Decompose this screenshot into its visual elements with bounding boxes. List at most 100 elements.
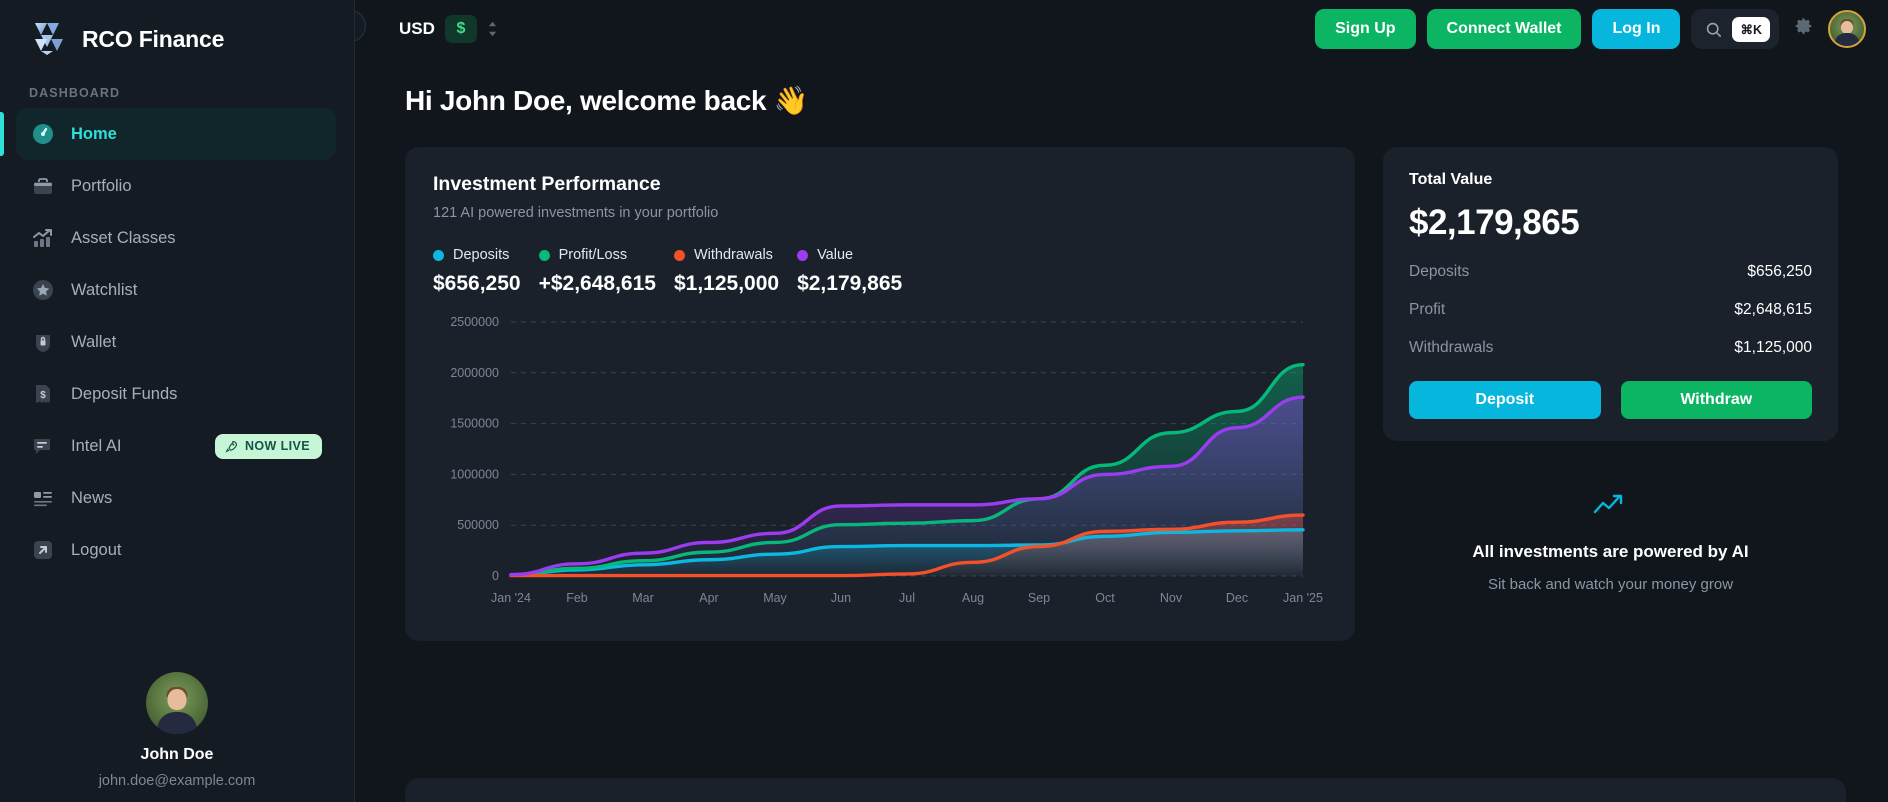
- sidebar-item-label: News: [71, 489, 112, 508]
- y-axis-tick-label: 2000000: [450, 366, 499, 380]
- sidebar-nav: Home Portfolio Asset Classes Watchlist: [0, 108, 354, 576]
- trend-up-icon: [1592, 506, 1630, 523]
- legend-label: Profit/Loss: [559, 247, 628, 263]
- row-label: Deposits: [1409, 263, 1469, 281]
- sidebar-item-deposit-funds[interactable]: $ Deposit Funds: [16, 368, 336, 420]
- row-value: $656,250: [1747, 263, 1812, 281]
- brand[interactable]: RCO Finance: [0, 0, 354, 58]
- log-in-button[interactable]: Log In: [1592, 9, 1680, 49]
- receipt-dollar-icon: $: [30, 381, 56, 407]
- sidebar-item-intel-ai[interactable]: Intel AI NOW LIVE: [16, 420, 336, 472]
- legend-dot-icon: [433, 250, 444, 261]
- sidebar-item-asset-classes[interactable]: Asset Classes: [16, 212, 336, 264]
- sidebar: RCO Finance DASHBOARD Home Portfolio: [0, 0, 355, 802]
- x-axis-tick-label: Jun: [831, 591, 851, 605]
- legend-value: $656,250: [433, 272, 521, 296]
- chevron-left-icon: [355, 20, 357, 33]
- star-icon: [30, 277, 56, 303]
- legend-item-withdrawals[interactable]: Withdrawals $1,125,000: [674, 247, 779, 296]
- topbar: USD $ Sign Up Connect Wallet Log In ⌘K: [355, 0, 1888, 58]
- legend-value: $1,125,000: [674, 272, 779, 296]
- profile-email: john.doe@example.com: [0, 773, 354, 789]
- performance-title: Investment Performance: [433, 173, 1327, 196]
- x-axis-tick-label: Mar: [632, 591, 654, 605]
- sign-up-button[interactable]: Sign Up: [1315, 9, 1415, 49]
- row-value: $2,648,615: [1734, 301, 1812, 319]
- sidebar-section-label: DASHBOARD: [29, 86, 354, 100]
- top-actions: Sign Up Connect Wallet Log In ⌘K: [1315, 9, 1866, 49]
- sidebar-collapse-button[interactable]: [355, 10, 366, 42]
- legend-value: +$2,648,615: [539, 272, 656, 296]
- sidebar-item-wallet[interactable]: Wallet: [16, 316, 336, 368]
- x-axis-tick-label: Apr: [699, 591, 718, 605]
- total-value-label: Total Value: [1409, 171, 1812, 189]
- next-card-peek: [405, 778, 1846, 802]
- x-axis-tick-label: May: [763, 591, 787, 605]
- chevron-updown-icon[interactable]: [487, 20, 498, 38]
- sidebar-item-logout[interactable]: Logout: [16, 524, 336, 576]
- sidebar-item-label: Watchlist: [71, 281, 137, 300]
- x-axis-tick-label: Oct: [1095, 591, 1115, 605]
- x-axis-tick-label: Aug: [962, 591, 984, 605]
- performance-subtitle: 121 AI powered investments in your portf…: [433, 205, 1327, 221]
- gear-icon[interactable]: [1793, 16, 1814, 43]
- sidebar-item-label: Wallet: [71, 333, 116, 352]
- total-value-row-withdrawals: Withdrawals $1,125,000: [1409, 339, 1812, 357]
- y-axis-tick-label: 1000000: [450, 467, 499, 481]
- row-label: Withdrawals: [1409, 339, 1493, 357]
- main-content: USD $ Sign Up Connect Wallet Log In ⌘K: [355, 0, 1888, 802]
- x-axis-tick-label: Nov: [1160, 591, 1183, 605]
- svg-text:$: $: [40, 390, 46, 401]
- x-axis-tick-label: Jan '25: [1283, 591, 1323, 605]
- legend-item-deposits[interactable]: Deposits $656,250: [433, 247, 521, 296]
- sidebar-item-watchlist[interactable]: Watchlist: [16, 264, 336, 316]
- briefcase-icon: [30, 173, 56, 199]
- investment-performance-card: Investment Performance 121 AI powered in…: [405, 147, 1355, 641]
- search-icon: [1704, 20, 1723, 39]
- avatar: [146, 672, 208, 734]
- profile-name: John Doe: [0, 746, 354, 764]
- deposit-button[interactable]: Deposit: [1409, 381, 1601, 419]
- legend-label: Deposits: [453, 247, 509, 263]
- connect-wallet-button[interactable]: Connect Wallet: [1427, 9, 1582, 49]
- row-label: Profit: [1409, 301, 1445, 319]
- brand-name: RCO Finance: [82, 26, 224, 53]
- performance-chart[interactable]: 05000001000000150000020000002500000Jan '…: [433, 314, 1327, 619]
- right-column: Total Value $2,179,865 Deposits $656,250…: [1383, 147, 1838, 593]
- sidebar-item-label: Deposit Funds: [71, 385, 177, 404]
- currency-symbol-chip: $: [445, 15, 477, 43]
- rco-logo-icon: [29, 19, 69, 59]
- app-root: RCO Finance DASHBOARD Home Portfolio: [0, 0, 1888, 802]
- search-shortcut-key: ⌘K: [1732, 17, 1770, 42]
- x-axis-tick-label: Sep: [1028, 591, 1050, 605]
- chart-legend: Deposits $656,250 Profit/Loss +$2,648,61…: [433, 247, 1327, 296]
- legend-dot-icon: [797, 250, 808, 261]
- currency-selector[interactable]: USD $: [399, 15, 498, 43]
- sidebar-item-label: Home: [71, 125, 117, 144]
- lock-shield-icon: [30, 329, 56, 355]
- legend-label: Value: [817, 247, 853, 263]
- sidebar-item-label: Portfolio: [71, 177, 132, 196]
- sidebar-item-label: Asset Classes: [71, 229, 176, 248]
- sidebar-item-label: Intel AI: [71, 437, 121, 456]
- legend-item-value[interactable]: Value $2,179,865: [797, 247, 902, 296]
- y-axis-tick-label: 1500000: [450, 417, 499, 431]
- x-axis-tick-label: Jan '24: [491, 591, 531, 605]
- sidebar-item-home[interactable]: Home: [16, 108, 336, 160]
- search-button[interactable]: ⌘K: [1691, 9, 1779, 49]
- sidebar-item-news[interactable]: News: [16, 472, 336, 524]
- legend-item-profit-loss[interactable]: Profit/Loss +$2,648,615: [539, 247, 656, 296]
- legend-dot-icon: [539, 250, 550, 261]
- sidebar-profile[interactable]: John Doe john.doe@example.com: [0, 672, 354, 789]
- arrow-out-icon: [30, 537, 56, 563]
- user-avatar-button[interactable]: [1828, 10, 1866, 48]
- withdraw-button[interactable]: Withdraw: [1621, 381, 1813, 419]
- x-axis-tick-label: Feb: [566, 591, 588, 605]
- currency-label: USD: [399, 19, 435, 39]
- y-axis-tick-label: 0: [492, 569, 499, 583]
- sidebar-item-portfolio[interactable]: Portfolio: [16, 160, 336, 212]
- sidebar-item-label: Logout: [71, 541, 121, 560]
- row-value: $1,125,000: [1734, 339, 1812, 357]
- total-value-row-profit: Profit $2,648,615: [1409, 301, 1812, 319]
- ai-title: All investments are powered by AI: [1383, 542, 1838, 562]
